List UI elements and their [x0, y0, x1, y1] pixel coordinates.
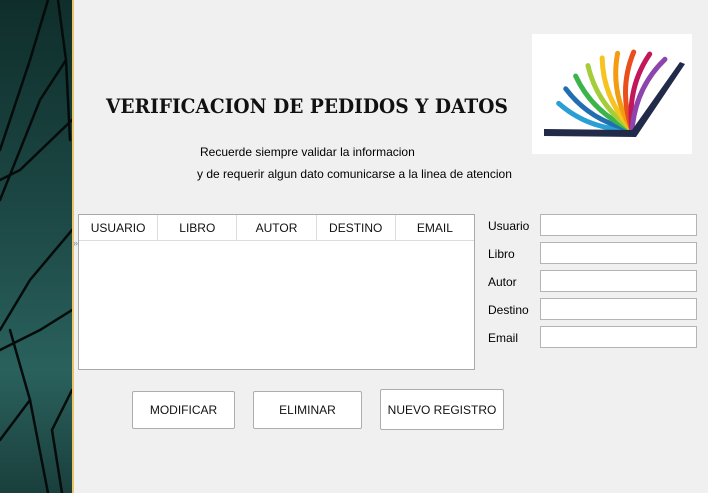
destino-field[interactable]: [540, 298, 697, 320]
autor-label: Autor: [488, 275, 517, 289]
modify-button[interactable]: MODIFICAR: [132, 391, 235, 429]
column-header-destino[interactable]: DESTINO: [317, 215, 396, 240]
column-header-usuario[interactable]: USUARIO: [79, 215, 159, 240]
column-header-autor[interactable]: AUTOR: [237, 215, 317, 240]
crack-lines-decoration: [0, 0, 72, 493]
page-title: VERIFICACION DE PEDIDOS Y DATOS: [106, 94, 508, 118]
libro-field[interactable]: [540, 242, 697, 264]
table-body[interactable]: [79, 241, 474, 369]
usuario-field[interactable]: [540, 214, 697, 236]
new-record-button[interactable]: NUEVO REGISTRO: [380, 389, 504, 430]
usuario-label: Usuario: [488, 219, 530, 233]
delete-button[interactable]: ELIMINAR: [253, 391, 362, 429]
email-field[interactable]: [540, 326, 697, 348]
table-header: USUARIO LIBRO AUTOR DESTINO EMAIL: [79, 215, 474, 241]
book-fan-logo: [532, 34, 692, 154]
book-fan-logo-icon: [544, 49, 685, 137]
column-header-email[interactable]: EMAIL: [396, 215, 474, 240]
autor-field[interactable]: [540, 270, 697, 292]
destino-label: Destino: [488, 303, 529, 317]
libro-label: Libro: [488, 247, 515, 261]
side-decorative-panel: [0, 0, 72, 493]
records-table[interactable]: USUARIO LIBRO AUTOR DESTINO EMAIL: [78, 214, 475, 370]
note-line-1: Recuerde siempre validar la informacion: [200, 145, 415, 159]
note-line-2: y de requerir algun dato comunicarse a l…: [197, 167, 512, 181]
column-header-libro[interactable]: LIBRO: [158, 215, 238, 240]
email-label: Email: [488, 331, 519, 345]
